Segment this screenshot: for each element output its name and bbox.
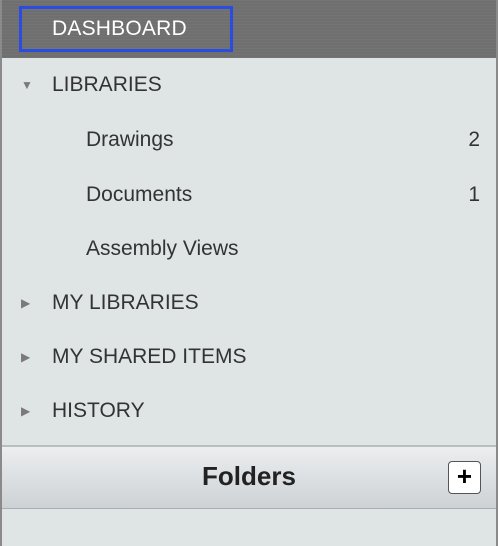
folders-title: Folders <box>202 461 296 491</box>
tree-item-my-libraries[interactable]: ▶ MY LIBRARIES <box>2 276 496 330</box>
item-count: 1 <box>468 183 480 206</box>
tree-item-my-shared-items[interactable]: ▶ MY SHARED ITEMS <box>2 330 496 384</box>
tree-item-label: Assembly Views <box>86 237 239 260</box>
tree-item-history[interactable]: ▶ HISTORY <box>2 384 496 438</box>
tree-item-label: HISTORY <box>52 399 145 422</box>
dashboard-button[interactable]: DASHBOARD <box>19 6 233 52</box>
library-tree: ▼ LIBRARIES Drawings 2 Documents 1 Assem… <box>2 58 496 445</box>
tree-item-label: Drawings <box>86 128 174 151</box>
add-folder-button[interactable]: + <box>448 461 481 494</box>
folders-list <box>2 509 496 546</box>
tree-item-drawings[interactable]: Drawings 2 <box>2 113 496 167</box>
caret-right-icon[interactable]: ▶ <box>21 276 35 330</box>
tree-item-label: MY SHARED ITEMS <box>52 345 247 368</box>
caret-right-icon[interactable]: ▶ <box>21 330 35 384</box>
folders-header: Folders + <box>2 445 496 509</box>
navigation-panel: DASHBOARD ▼ LIBRARIES Drawings 2 Documen… <box>0 0 498 546</box>
tree-item-documents[interactable]: Documents 1 <box>2 168 496 222</box>
tree-item-libraries[interactable]: ▼ LIBRARIES <box>2 58 496 112</box>
dashboard-header: DASHBOARD <box>2 0 496 58</box>
plus-icon: + <box>456 461 473 491</box>
item-count: 2 <box>468 128 480 151</box>
tree-item-label: MY LIBRARIES <box>52 291 199 314</box>
caret-right-icon[interactable]: ▶ <box>21 384 35 438</box>
tree-item-label: Documents <box>86 183 193 206</box>
caret-down-icon[interactable]: ▼ <box>21 58 35 112</box>
tree-item-label: LIBRARIES <box>52 73 162 96</box>
tree-item-assembly-views[interactable]: Assembly Views <box>2 222 496 276</box>
